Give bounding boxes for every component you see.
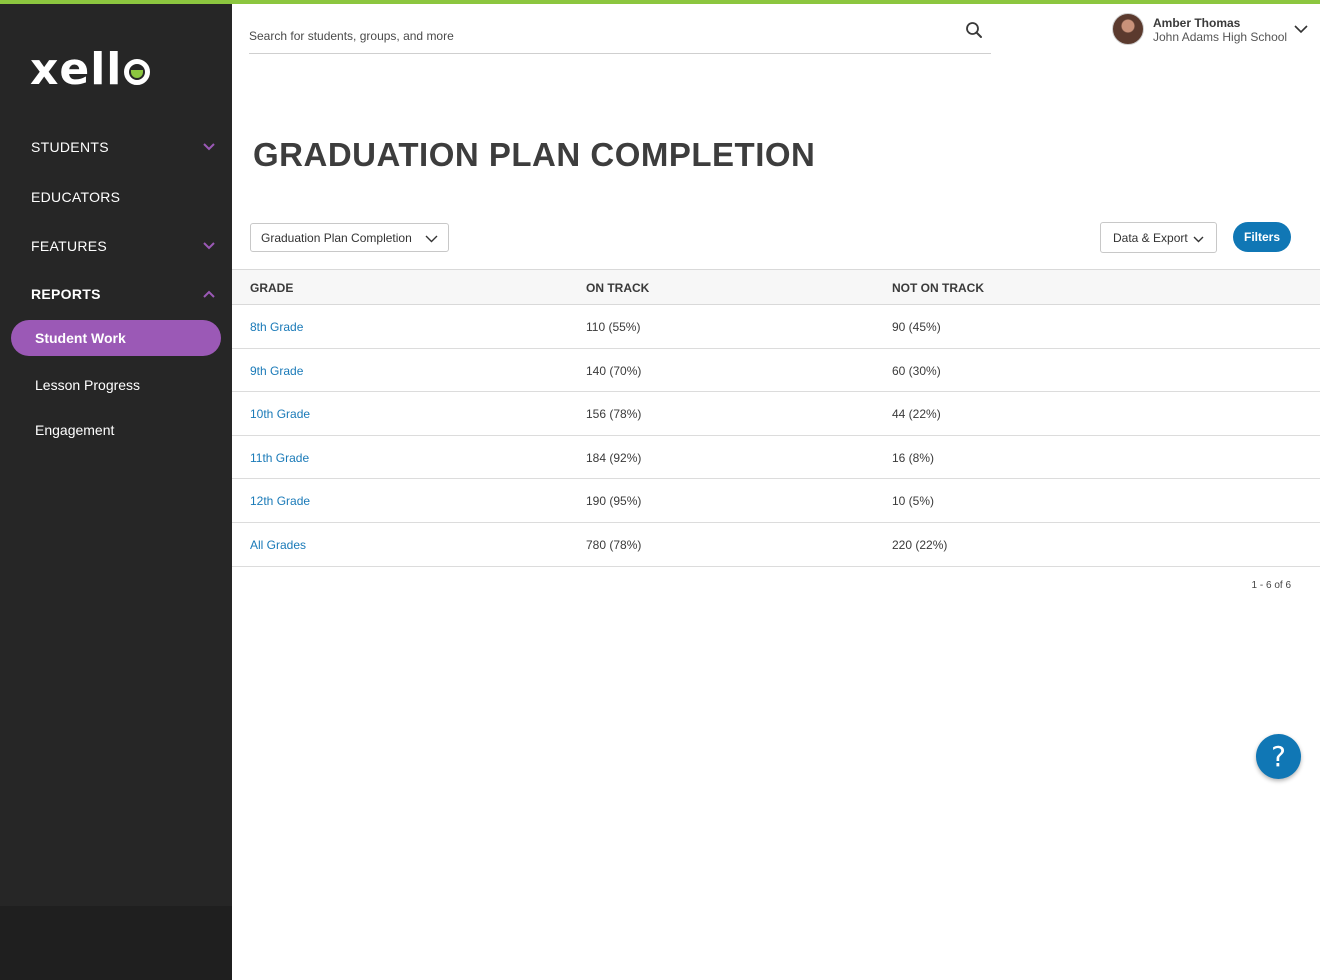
on-track-value: 780 (78%)	[586, 537, 642, 552]
filters-button[interactable]: Filters	[1233, 222, 1291, 252]
table-row: 12th Grade 190 (95%) 10 (5%)	[232, 479, 1320, 523]
not-on-track-value: 60 (30%)	[892, 363, 941, 378]
not-on-track-value: 16 (8%)	[892, 450, 935, 465]
grade-link[interactable]: All Grades	[250, 538, 306, 552]
on-track-value: 184 (92%)	[586, 450, 642, 465]
logo-text: xell	[30, 44, 123, 95]
data-export-label: Data & Export	[1113, 230, 1188, 245]
search-input[interactable]	[249, 28, 949, 43]
sidebar-item-label: REPORTS	[31, 286, 101, 302]
search-bar	[249, 18, 991, 54]
chevron-down-icon	[1294, 21, 1308, 39]
question-mark-icon: ?	[1271, 740, 1286, 773]
xello-logo[interactable]: xell	[30, 44, 151, 95]
user-school: John Adams High School	[1153, 30, 1288, 44]
user-name: Amber Thomas	[1153, 16, 1241, 30]
table-row: 11th Grade 184 (92%) 16 (8%)	[232, 436, 1320, 480]
sidebar-item-students[interactable]: STUDENTS	[31, 135, 216, 159]
page-title: GRADUATION PLAN COMPLETION	[253, 136, 816, 173]
avatar	[1112, 13, 1144, 45]
not-on-track-value: 10 (5%)	[892, 494, 935, 509]
help-button[interactable]: ?	[1256, 734, 1301, 779]
not-on-track-value: 90 (45%)	[892, 320, 941, 334]
sidebar-subitem-engagement[interactable]: Engagement	[35, 422, 114, 438]
column-header-grade[interactable]: GRADE	[250, 281, 293, 295]
on-track-value: 110 (55%)	[586, 320, 641, 334]
pagination-status: 1 - 6 of 6	[1251, 580, 1291, 591]
grade-link[interactable]: 9th Grade	[250, 364, 303, 378]
chevron-down-icon	[1193, 232, 1204, 246]
on-track-value: 190 (95%)	[586, 494, 642, 509]
sidebar-item-features[interactable]: FEATURES	[31, 234, 216, 258]
on-track-value: 140 (70%)	[586, 363, 642, 378]
table-row: 8th Grade 110 (55%) 90 (45%)	[232, 305, 1320, 349]
on-track-value: 156 (78%)	[586, 407, 642, 422]
sidebar-item-label: STUDENTS	[31, 139, 109, 155]
sidebar-item-label: EDUCATORS	[31, 189, 121, 205]
table-header: GRADE ON TRACK NOT ON TRACK	[232, 269, 1320, 305]
sidebar-subitem-lesson-progress[interactable]: Lesson Progress	[35, 377, 140, 393]
not-on-track-value: 220 (22%)	[892, 537, 948, 552]
report-select-value: Graduation Plan Completion	[261, 230, 412, 245]
sidebar-footer	[0, 906, 232, 980]
data-export-button[interactable]: Data & Export	[1100, 222, 1217, 253]
sidebar-subitem-student-work[interactable]: Student Work	[11, 320, 221, 356]
table-row: 9th Grade 140 (70%) 60 (30%)	[232, 349, 1320, 393]
user-menu[interactable]: Amber Thomas John Adams High School	[1112, 13, 1312, 47]
grade-link[interactable]: 10th Grade	[250, 407, 310, 421]
column-header-not-on-track[interactable]: NOT ON TRACK	[892, 281, 984, 295]
sidebar-item-reports[interactable]: REPORTS	[31, 282, 216, 306]
chevron-down-icon	[202, 239, 216, 253]
chevron-down-icon	[425, 232, 438, 246]
sidebar-item-educators[interactable]: EDUCATORS	[31, 185, 216, 209]
chevron-down-icon	[202, 140, 216, 154]
not-on-track-value: 44 (22%)	[892, 407, 941, 422]
report-table: GRADE ON TRACK NOT ON TRACK 8th Grade 11…	[232, 269, 1320, 567]
grade-link[interactable]: 12th Grade	[250, 494, 310, 508]
table-row: 10th Grade 156 (78%) 44 (22%)	[232, 392, 1320, 436]
search-icon[interactable]	[965, 21, 983, 44]
grade-link[interactable]: 8th Grade	[250, 320, 303, 334]
logo-o-mark	[124, 59, 151, 85]
table-row: All Grades 780 (78%) 220 (22%)	[232, 523, 1320, 567]
chevron-up-icon	[202, 287, 216, 301]
sidebar-item-label: FEATURES	[31, 238, 108, 254]
column-header-on-track[interactable]: ON TRACK	[586, 281, 649, 295]
sidebar: xell STUDENTS EDUCATORS FEATURES REPORTS…	[0, 4, 232, 906]
grade-link[interactable]: 11th Grade	[250, 451, 309, 465]
report-select[interactable]: Graduation Plan Completion	[250, 223, 449, 252]
